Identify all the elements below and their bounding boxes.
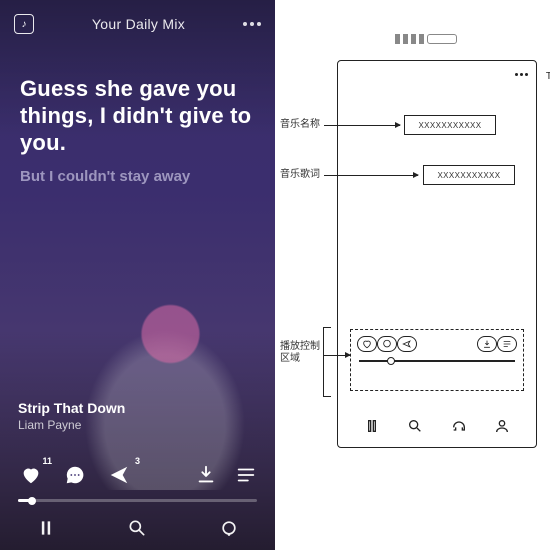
- tab-profile[interactable]: [217, 516, 241, 540]
- track-info: Strip That Down Liam Payne: [18, 400, 125, 432]
- pause-icon: [36, 518, 56, 538]
- ctrl-share-icon: [397, 336, 417, 352]
- tab-pause[interactable]: [34, 516, 58, 540]
- track-artist: Liam Payne: [18, 418, 125, 432]
- arrow-to-ctrl: [324, 355, 350, 356]
- comment-icon: [64, 464, 86, 486]
- box-music-lyric: XXXXXXXXXXX: [423, 165, 515, 185]
- app-logo-icon[interactable]: ♪: [14, 14, 34, 34]
- more-dots-sketch: [515, 73, 528, 76]
- comment-button[interactable]: [62, 462, 88, 488]
- player-actions-row: 11 3: [0, 462, 275, 488]
- music-player-screen: ♪ Your Daily Mix Guess she gave you thin…: [0, 0, 275, 550]
- header-title: Your Daily Mix: [92, 16, 185, 32]
- arrow-to-lyric: [324, 175, 418, 176]
- track-title: Strip That Down: [18, 400, 125, 416]
- lyrics-area[interactable]: Guess she gave you things, I didn't give…: [0, 34, 275, 185]
- download-icon: [195, 464, 217, 486]
- label-music-name: 音乐名称: [280, 115, 320, 130]
- download-button[interactable]: [195, 464, 217, 486]
- heart-icon: [20, 464, 42, 486]
- wire-tabbar: [350, 417, 524, 435]
- box-music-name: XXXXXXXXXXX: [404, 115, 496, 135]
- brace-ctrl: [323, 327, 331, 397]
- more-options-button[interactable]: [243, 22, 261, 26]
- like-count-badge: 11: [42, 456, 52, 466]
- like-button[interactable]: 11: [18, 462, 44, 488]
- corner-marker: T: [546, 71, 550, 82]
- ctrl-like-icon: [357, 336, 377, 352]
- control-icons-row: [351, 330, 523, 352]
- arrow-to-name: [324, 125, 400, 126]
- player-header: ♪ Your Daily Mix: [0, 0, 275, 34]
- wireframe-diagram: T 音乐名称 XXXXXXXXXXX 音乐歌词 XXXXXXXXXXX 播放控制…: [275, 0, 550, 550]
- ctrl-download-icon: [477, 336, 497, 352]
- phone-frame: T 音乐名称 XXXXXXXXXXX 音乐歌词 XXXXXXXXXXX 播放控制…: [337, 60, 537, 448]
- share-icon: [108, 464, 130, 486]
- ctrl-playlist-icon: [497, 336, 517, 352]
- bottom-tabbar: [0, 506, 275, 550]
- wire-tab-search-icon: [404, 417, 426, 435]
- lyric-next: But I couldn't stay away: [20, 168, 255, 185]
- ctrl-progress-knob: [387, 357, 395, 365]
- status-bar-sketch: [395, 34, 457, 44]
- playback-control-region: [350, 329, 524, 391]
- lyric-current: Guess she gave you things, I didn't give…: [20, 76, 255, 156]
- ctrl-progress-bar: [359, 360, 515, 362]
- share-count-badge: 3: [135, 456, 140, 466]
- playlist-icon: [235, 464, 257, 486]
- ctrl-comment-icon: [377, 336, 397, 352]
- wire-tab-profile-icon: [491, 417, 513, 435]
- label-ctrl-line2: 区域: [280, 353, 300, 364]
- share-button[interactable]: 3: [106, 462, 132, 488]
- label-playback-control: 播放控制 区域: [280, 341, 320, 365]
- queue-button[interactable]: [235, 464, 257, 486]
- profile-ring-icon: [219, 518, 239, 538]
- progress-bar[interactable]: [18, 499, 257, 502]
- wire-tab-headphone-icon: [448, 417, 470, 435]
- search-icon: [127, 518, 147, 538]
- tab-search[interactable]: [125, 516, 149, 540]
- label-music-lyric: 音乐歌词: [280, 165, 320, 180]
- progress-fill: [18, 499, 32, 502]
- wire-tab-pause-icon: [361, 417, 383, 435]
- label-ctrl-line1: 播放控制: [280, 341, 320, 352]
- progress-knob[interactable]: [28, 497, 36, 505]
